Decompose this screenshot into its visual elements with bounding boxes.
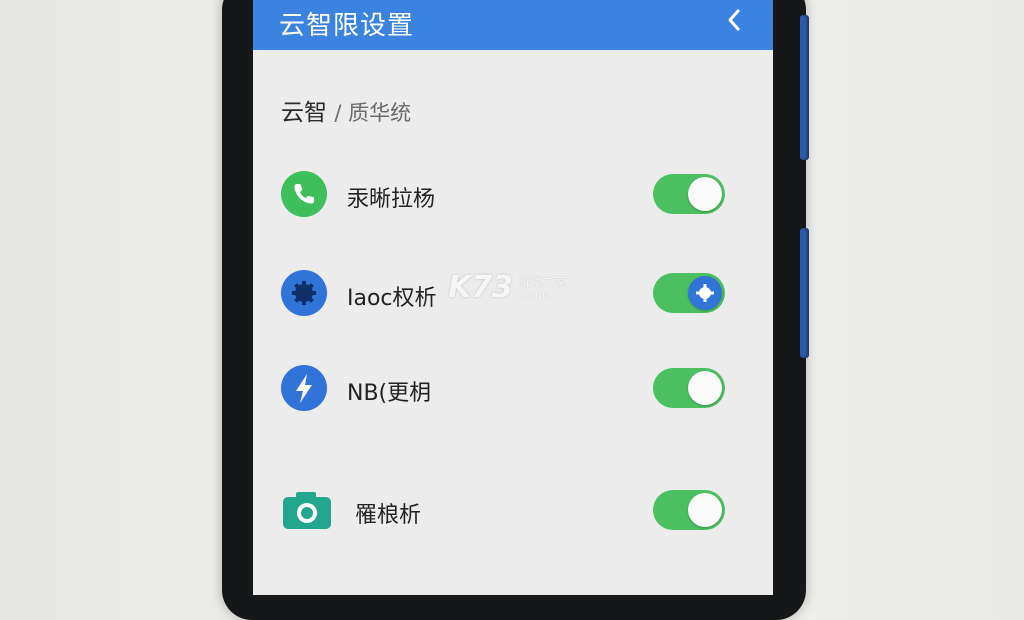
- toggle-knob: [688, 177, 722, 211]
- setting-row[interactable]: 汞晰拉杨: [253, 159, 773, 229]
- setting-row[interactable]: 罹桹析: [253, 475, 773, 545]
- toggle-switch[interactable]: [653, 368, 725, 408]
- section-header: 云智 / 质华统: [281, 93, 411, 127]
- setting-label: Iaoc权析: [347, 286, 437, 311]
- watermark: K73 游戏之家 .com: [448, 270, 583, 306]
- watermark-logo: K73: [448, 270, 513, 305]
- page-title: 云智限设置: [279, 11, 415, 41]
- section-subtitle: / 质华统: [334, 101, 412, 125]
- setting-row[interactable]: NB(更枂: [253, 353, 773, 423]
- camera-icon: [281, 487, 331, 533]
- chevron-left-icon: [728, 9, 740, 31]
- setting-label: 罹桹析: [355, 503, 422, 528]
- watermark-domain: .com: [520, 288, 550, 302]
- lightning-icon: [281, 365, 327, 411]
- back-button[interactable]: [719, 1, 749, 41]
- toggle-switch[interactable]: [653, 490, 725, 530]
- app-bar: 云智限设置: [253, 0, 773, 50]
- gear-icon: [696, 284, 714, 302]
- power-button[interactable]: [800, 228, 809, 358]
- setting-label: 汞晰拉杨: [347, 187, 436, 212]
- toggle-knob: [688, 493, 722, 527]
- gear-icon: [281, 270, 327, 316]
- volume-button[interactable]: [800, 15, 809, 160]
- toggle-switch[interactable]: [653, 174, 725, 214]
- setting-label: NB(更枂: [347, 381, 432, 406]
- toggle-switch[interactable]: [653, 273, 725, 313]
- phone-icon: [281, 171, 327, 217]
- toggle-knob: [688, 276, 722, 310]
- toggle-knob: [688, 371, 722, 405]
- section-title: 云智: [281, 100, 327, 126]
